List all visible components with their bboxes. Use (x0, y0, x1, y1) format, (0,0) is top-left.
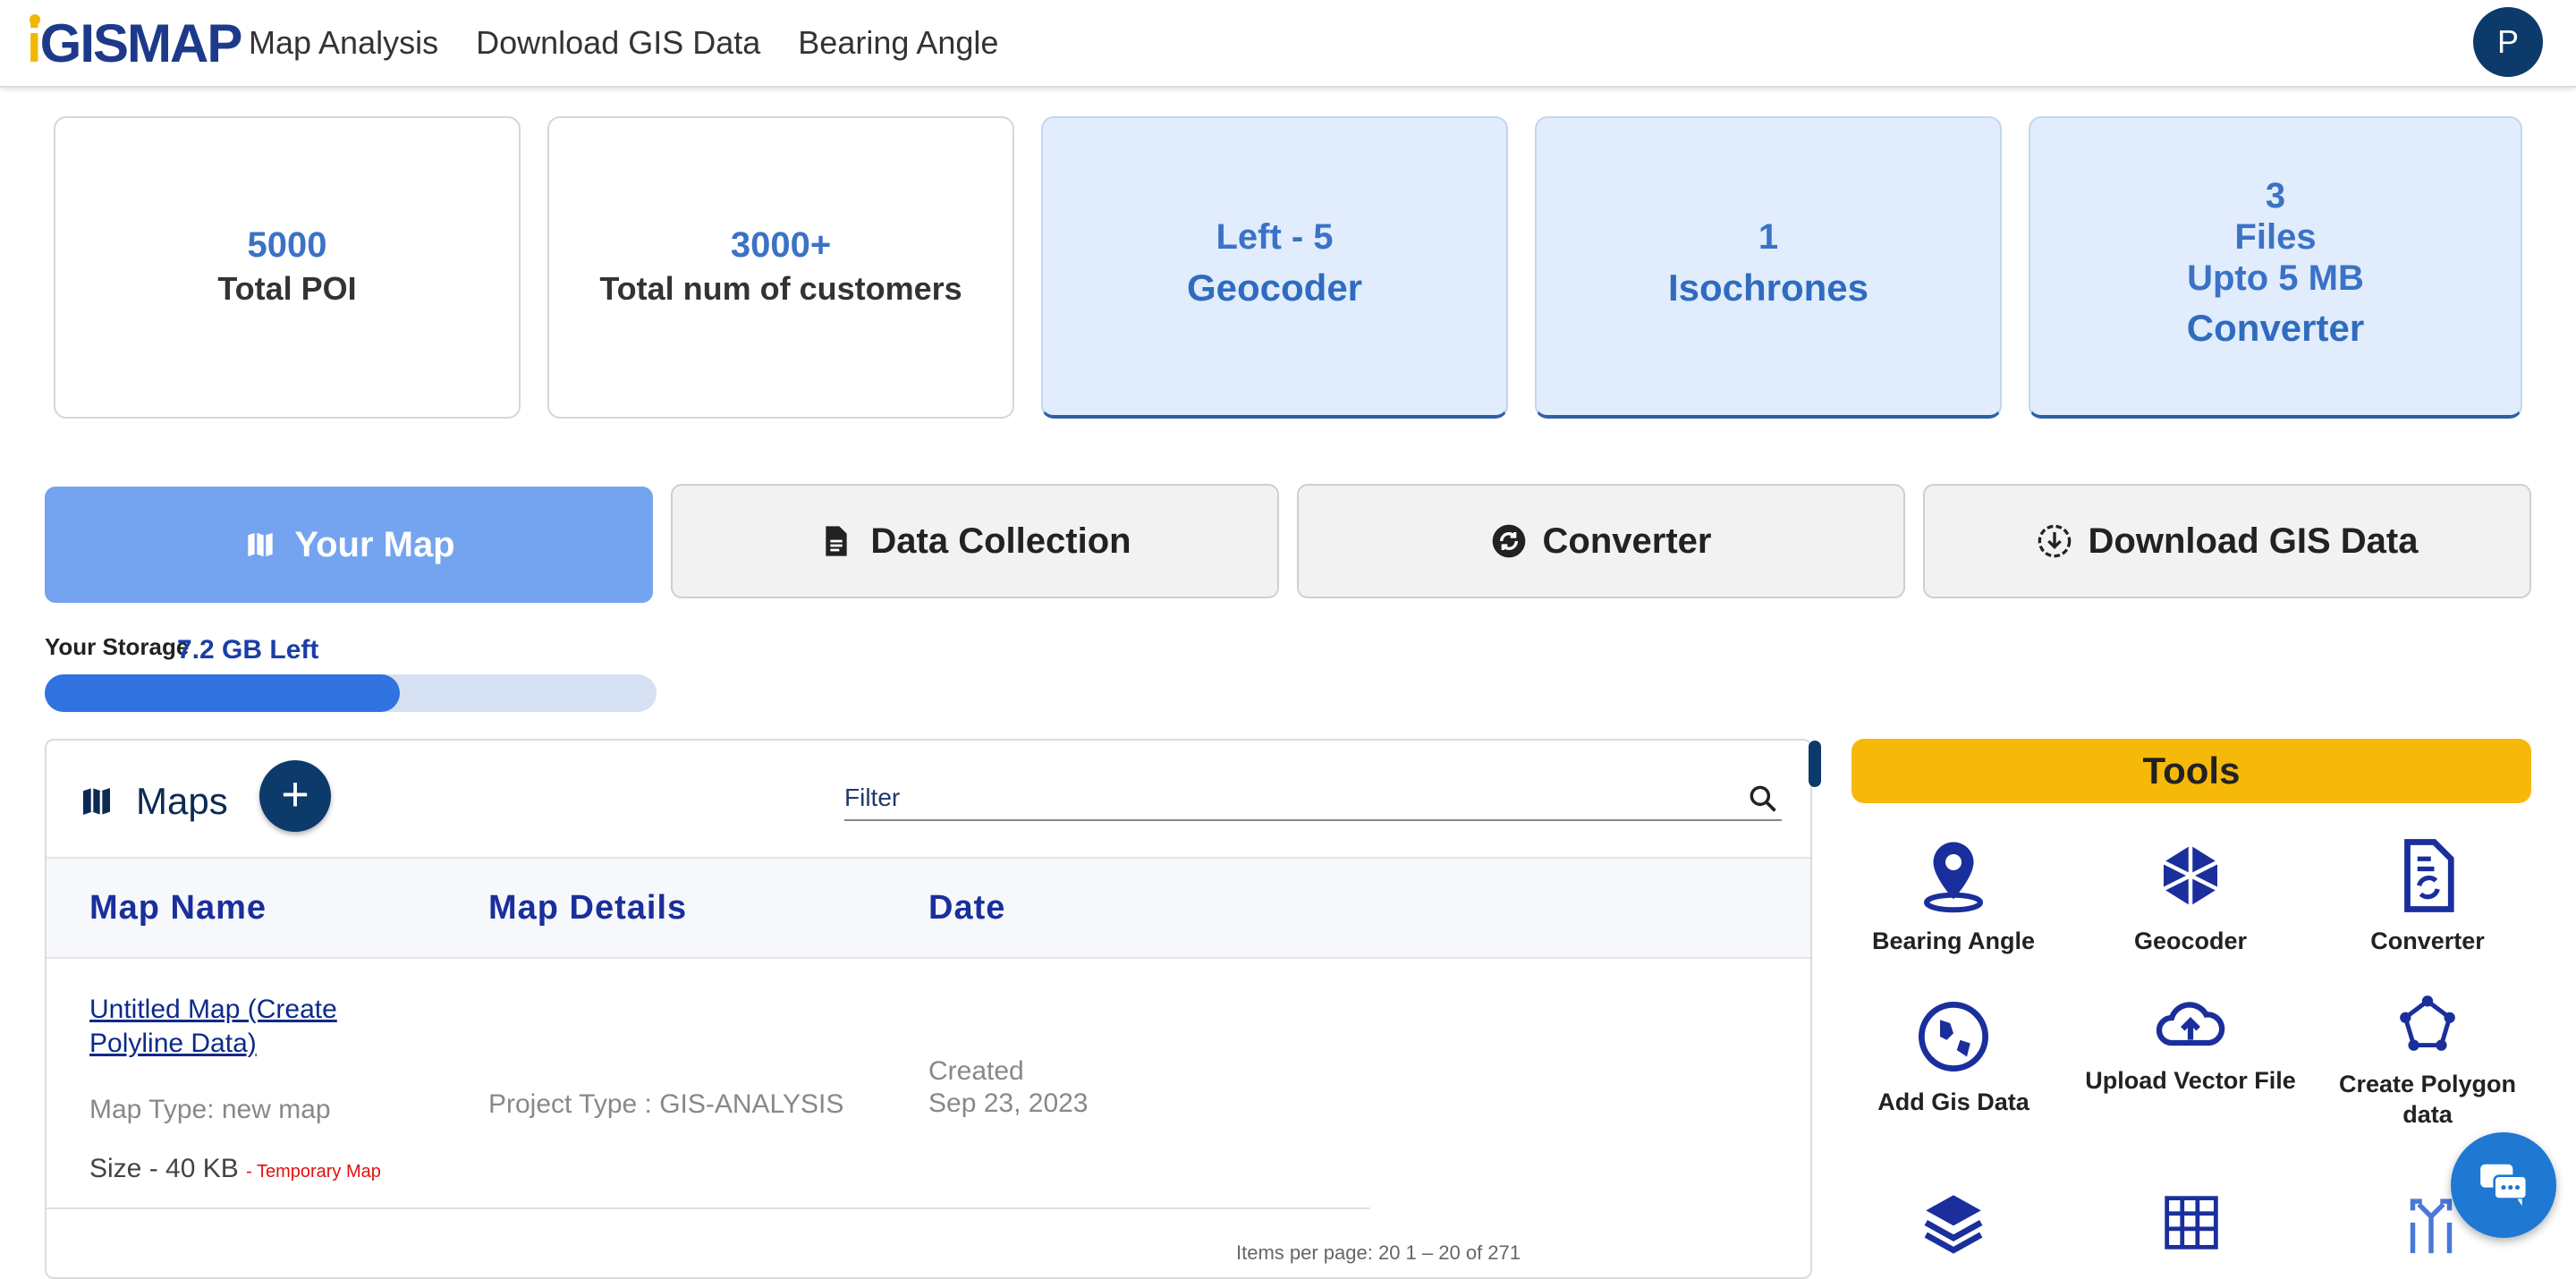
tab-download-gis-data[interactable]: Download GIS Data (1923, 484, 2531, 598)
chat-bubble-icon (2480, 1164, 2529, 1207)
tab-label: Your Map (294, 524, 455, 564)
nav-bearing-angle[interactable]: Bearing Angle (798, 18, 998, 68)
stat-files: Files (2234, 217, 2317, 257)
tab-label: Download GIS Data (2088, 521, 2419, 561)
igismap-logo[interactable]: iGISMAP (27, 13, 242, 75)
tab-data-collection[interactable]: Data Collection (671, 484, 1279, 598)
file-convert-icon (2404, 839, 2454, 912)
stat-value: 1 (1758, 217, 1779, 257)
tool-label: Geocoder (2133, 927, 2248, 954)
stat-card-converter[interactable]: 3 Files Upto 5 MB Converter (2029, 116, 2522, 419)
created-date: Created Sep 23, 2023 (928, 1056, 1089, 1118)
stat-card-isochrones[interactable]: 1 Isochrones (1535, 116, 2002, 419)
top-header: iGISMAP Map Analysis Download GIS Data B… (0, 0, 2576, 88)
user-avatar[interactable]: P (2473, 7, 2543, 77)
sync-icon (1492, 524, 1525, 558)
maps-scrollbar[interactable] (1809, 741, 1821, 787)
stat-card-customers: 3000+ Total num of customers (547, 116, 1014, 419)
layers-icon[interactable] (1916, 1186, 1991, 1259)
table-header: Map Name Map Details Date (47, 857, 1810, 959)
location-pin-icon (1924, 842, 1983, 913)
storage-bar-fill (45, 674, 400, 712)
stat-value: 5000 (247, 225, 327, 265)
filter-field (844, 780, 1782, 821)
tool-label: Create Polygon data (2338, 1071, 2517, 1128)
maps-panel: Maps + Map Name Map Details Date Untitle… (45, 739, 1812, 1279)
filter-input[interactable] (844, 780, 1703, 816)
tool-label: Upload Vector File (2085, 1067, 2296, 1094)
stat-value: Left - 5 (1216, 217, 1334, 257)
tab-label: Data Collection (870, 521, 1131, 561)
stat-value: 3000+ (730, 225, 832, 265)
download-circle-icon (2038, 524, 2071, 558)
tool-label: Bearing Angle (1871, 927, 2036, 954)
document-icon (826, 526, 848, 556)
stat-card-total-poi: 5000 Total POI (54, 116, 521, 419)
cloud-upload-icon (2156, 1002, 2225, 1046)
add-map-button[interactable]: + (259, 760, 331, 832)
maps-header: Maps + (47, 741, 1810, 857)
hexagon-grid-icon (2162, 845, 2219, 906)
globe-icon (1919, 1002, 1988, 1071)
tool-label: Add Gis Data (1877, 1088, 2029, 1115)
maps-title: Maps (136, 780, 228, 822)
map-size: Size - 40 KB - Temporary Map (89, 1154, 381, 1183)
storage-value: 7.2 GB Left (177, 635, 319, 665)
tab-your-map[interactable]: Your Map (45, 487, 653, 603)
nav-map-analysis[interactable]: Map Analysis (249, 18, 438, 68)
map-type: Map Type: new map (89, 1095, 331, 1124)
tool-geocoder[interactable]: Geocoder (2083, 835, 2298, 956)
tool-add-gis-data[interactable]: Add Gis Data (1846, 996, 2061, 1117)
search-icon[interactable] (1746, 782, 1780, 816)
column-map-details[interactable]: Map Details (488, 889, 687, 927)
storage-label: Your Storage (45, 633, 190, 660)
column-date[interactable]: Date (928, 889, 1005, 927)
map-name-link[interactable]: Untitled Map (Create Polyline Data) (89, 993, 394, 1061)
tool-label: Converter (2370, 927, 2485, 954)
temporary-map-tag: - Temporary Map (246, 1162, 381, 1182)
stat-label: Geocoder (1186, 267, 1363, 309)
nav-download-gis-data[interactable]: Download GIS Data (476, 18, 760, 68)
grid-icon[interactable] (2154, 1186, 2229, 1259)
tool-converter[interactable]: Converter (2320, 835, 2535, 956)
tools-header: Tools (1852, 739, 2531, 803)
chat-widget-button[interactable] (2451, 1132, 2556, 1238)
tool-bearing-angle[interactable]: Bearing Angle (1846, 835, 2061, 956)
stat-label: Converter (2186, 307, 2365, 349)
stat-label: Total POI (217, 270, 357, 307)
polygon-nodes-icon (2400, 995, 2455, 1051)
row-divider (47, 1207, 1370, 1209)
column-map-name[interactable]: Map Name (89, 889, 267, 927)
stat-card-geocoder[interactable]: Left - 5 Geocoder (1041, 116, 1508, 419)
project-type: Project Type : GIS-ANALYSIS (488, 1089, 844, 1119)
map-icon (83, 788, 110, 815)
table-row: Untitled Map (Create Polyline Data) Map … (47, 957, 1810, 1207)
paginator[interactable]: Items per page: 20 1 – 20 of 271 (1236, 1241, 1521, 1265)
stat-limit: Upto 5 MB (2187, 258, 2364, 298)
stat-label: Isochrones (1667, 267, 1869, 309)
logo-pin-dot (30, 14, 40, 25)
storage-bar (45, 674, 657, 712)
tool-create-polygon-data[interactable]: Create Polygon data (2320, 993, 2535, 1130)
tab-converter[interactable]: Converter (1297, 484, 1905, 598)
tool-upload-vector-file[interactable]: Upload Vector File (2083, 993, 2298, 1096)
stat-count: 3 (2265, 176, 2286, 216)
stat-label: Total num of customers (599, 270, 962, 307)
tab-label: Converter (1542, 521, 1712, 561)
main-nav: Map Analysis Download GIS Data Bearing A… (249, 18, 998, 68)
map-icon (246, 529, 275, 560)
